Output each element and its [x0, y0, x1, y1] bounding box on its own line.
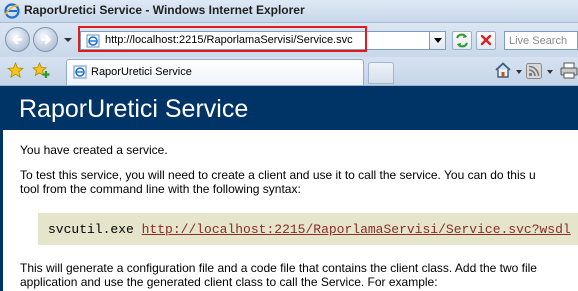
ie-logo-icon — [4, 3, 20, 19]
close-icon — [480, 34, 492, 46]
title-bar: RaporUretici Service - Windows Internet … — [0, 0, 578, 23]
home-icon[interactable] — [494, 61, 512, 79]
ie-page-icon — [73, 65, 87, 79]
home-dropdown-icon[interactable] — [516, 70, 522, 74]
window-title: RaporUretici Service - Windows Internet … — [24, 3, 305, 17]
stop-button[interactable] — [476, 31, 496, 50]
add-favorites-icon[interactable] — [32, 62, 52, 79]
tab-raporuretici[interactable]: RaporUretici Service — [66, 59, 364, 85]
address-highlight-annotation — [78, 26, 367, 52]
page-banner: RaporUretici Service — [0, 86, 578, 130]
recent-pages-dropdown[interactable] — [63, 33, 73, 47]
command-text: svcutil.exe — [48, 222, 134, 237]
print-icon[interactable] — [560, 62, 578, 79]
address-dropdown-button[interactable] — [429, 31, 446, 50]
refresh-icon — [456, 33, 468, 48]
paragraph-created: You have created a service. — [20, 143, 168, 157]
back-button[interactable] — [5, 27, 30, 52]
favorites-star-icon[interactable] — [7, 62, 24, 79]
arrow-left-icon — [11, 34, 23, 45]
command-line: svcutil.exe http://localhost:2215/Raporl… — [48, 222, 571, 237]
arrow-right-icon — [40, 34, 52, 45]
search-input[interactable]: Live Search — [504, 31, 578, 50]
new-tab-button[interactable] — [368, 62, 394, 84]
tab-label: RaporUretici Service — [91, 66, 192, 78]
search-placeholder: Live Search — [509, 35, 568, 47]
command-box: svcutil.exe http://localhost:2215/Raporl… — [38, 213, 578, 245]
paragraph-test-line1: To test this service, you will need to c… — [20, 168, 536, 182]
refresh-button[interactable] — [452, 31, 472, 50]
paragraph-generate-line2: application and use the generated client… — [20, 275, 438, 289]
page-title: RaporUretici Service — [19, 95, 249, 123]
wsdl-link[interactable]: http://localhost:2215/RaporlamaServisi/S… — [142, 222, 571, 237]
forward-button[interactable] — [33, 27, 58, 52]
chevron-down-icon — [434, 38, 442, 43]
paragraph-test-line2: tool from the command line with the foll… — [20, 182, 301, 196]
feeds-icon[interactable] — [526, 63, 542, 79]
feeds-dropdown-icon[interactable] — [547, 70, 553, 74]
paragraph-generate-line1: This will generate a configuration file … — [20, 261, 537, 275]
tab-bar: RaporUretici Service — [0, 57, 578, 86]
page-content: You have created a service. To test this… — [0, 130, 578, 291]
